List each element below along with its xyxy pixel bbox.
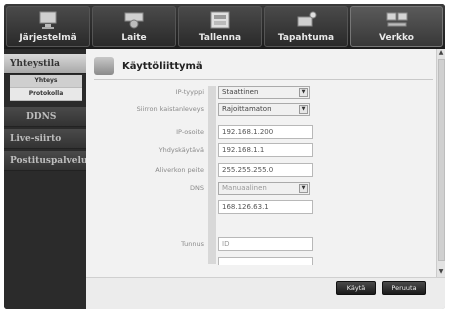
sidebar-subitem-connection[interactable]: Yhteys <box>10 75 82 88</box>
chevron-down-icon: ▼ <box>299 184 308 193</box>
tab-event[interactable]: Tapahtuma <box>264 6 348 47</box>
bandwidth-value: Rajoittamaton <box>222 105 272 113</box>
camera-icon <box>124 12 144 29</box>
password-field[interactable] <box>218 257 313 265</box>
scroll-up-icon[interactable]: ▲ <box>437 49 445 57</box>
ip-type-label: IP-tyyppi <box>175 88 204 96</box>
sidebar-item-ddns[interactable]: DDNS <box>4 107 86 127</box>
scroll-down-icon[interactable]: ▼ <box>437 268 445 276</box>
subnet-label: Aliverkon peite <box>155 166 204 174</box>
app-window: Järjestelmä Laite Tallenna Tapahtuma Ver… <box>4 4 445 309</box>
scrollbar-thumb[interactable] <box>438 59 445 261</box>
dns-mode-value: Manuaalinen <box>222 184 267 192</box>
dns-label: DNS <box>190 184 204 192</box>
top-tab-bar: Järjestelmä Laite Tallenna Tapahtuma Ver… <box>4 4 445 49</box>
divider <box>94 79 433 80</box>
tab-device[interactable]: Laite <box>92 6 176 47</box>
ip-address-field[interactable]: 192.168.1.200 <box>218 125 313 139</box>
gateway-field[interactable]: 192.168.1.1 <box>218 143 313 157</box>
tab-system[interactable]: Järjestelmä <box>6 6 90 47</box>
panel-title: Käyttöliittymä <box>122 61 203 72</box>
bandwidth-label: Siirron kaistanleveys <box>136 105 204 113</box>
chevron-down-icon: ▼ <box>299 88 308 97</box>
tab-label: Järjestelmä <box>19 33 77 43</box>
monitor-icon <box>39 11 57 29</box>
username-label: Tunnus <box>181 240 204 248</box>
dns-server-field[interactable]: 168.126.63.1 <box>218 200 313 214</box>
username-field[interactable]: ID <box>218 237 313 251</box>
chevron-down-icon: ▼ <box>299 105 308 114</box>
record-icon <box>210 11 230 29</box>
gateway-label: Yhdyskäytävä <box>158 146 204 154</box>
tab-label: Laite <box>121 33 147 43</box>
tab-label: Tallenna <box>198 33 242 43</box>
sidebar: Yhteystila Yhteys Protokolla DDNS Live-s… <box>4 49 87 309</box>
network-icon <box>386 12 407 27</box>
sidebar-item-mail-service[interactable]: Postituspalvelu <box>4 151 87 171</box>
tab-record[interactable]: Tallenna <box>178 6 262 47</box>
tab-label: Tapahtuma <box>277 33 335 43</box>
settings-panel: Käyttöliittymä IP-tyyppi Staattinen ▼ Sii… <box>86 49 445 309</box>
sidebar-subitem-protocol[interactable]: Protokolla <box>10 88 82 101</box>
bandwidth-select[interactable]: Rajoittamaton ▼ <box>218 103 310 116</box>
tab-label: Verkko <box>379 33 414 43</box>
field-stripe <box>208 86 216 264</box>
ip-address-label: IP-osoite <box>176 128 204 136</box>
dns-mode-select[interactable]: Manuaalinen ▼ <box>218 182 310 195</box>
sidebar-item-live-transfer[interactable]: Live-siirto <box>4 129 86 149</box>
scrollbar[interactable]: ▲ ▼ <box>436 49 445 277</box>
event-icon <box>297 11 317 27</box>
sidebar-item-connection-mode[interactable]: Yhteystila <box>4 54 86 74</box>
subnet-field[interactable]: 255.255.255.0 <box>218 163 313 177</box>
tab-network[interactable]: Verkko <box>350 6 443 47</box>
apply-button[interactable]: Käytä <box>336 281 376 295</box>
cancel-button[interactable]: Peruuta <box>382 281 426 295</box>
ip-type-select[interactable]: Staattinen ▼ <box>218 86 310 99</box>
ip-type-value: Staattinen <box>222 88 259 96</box>
